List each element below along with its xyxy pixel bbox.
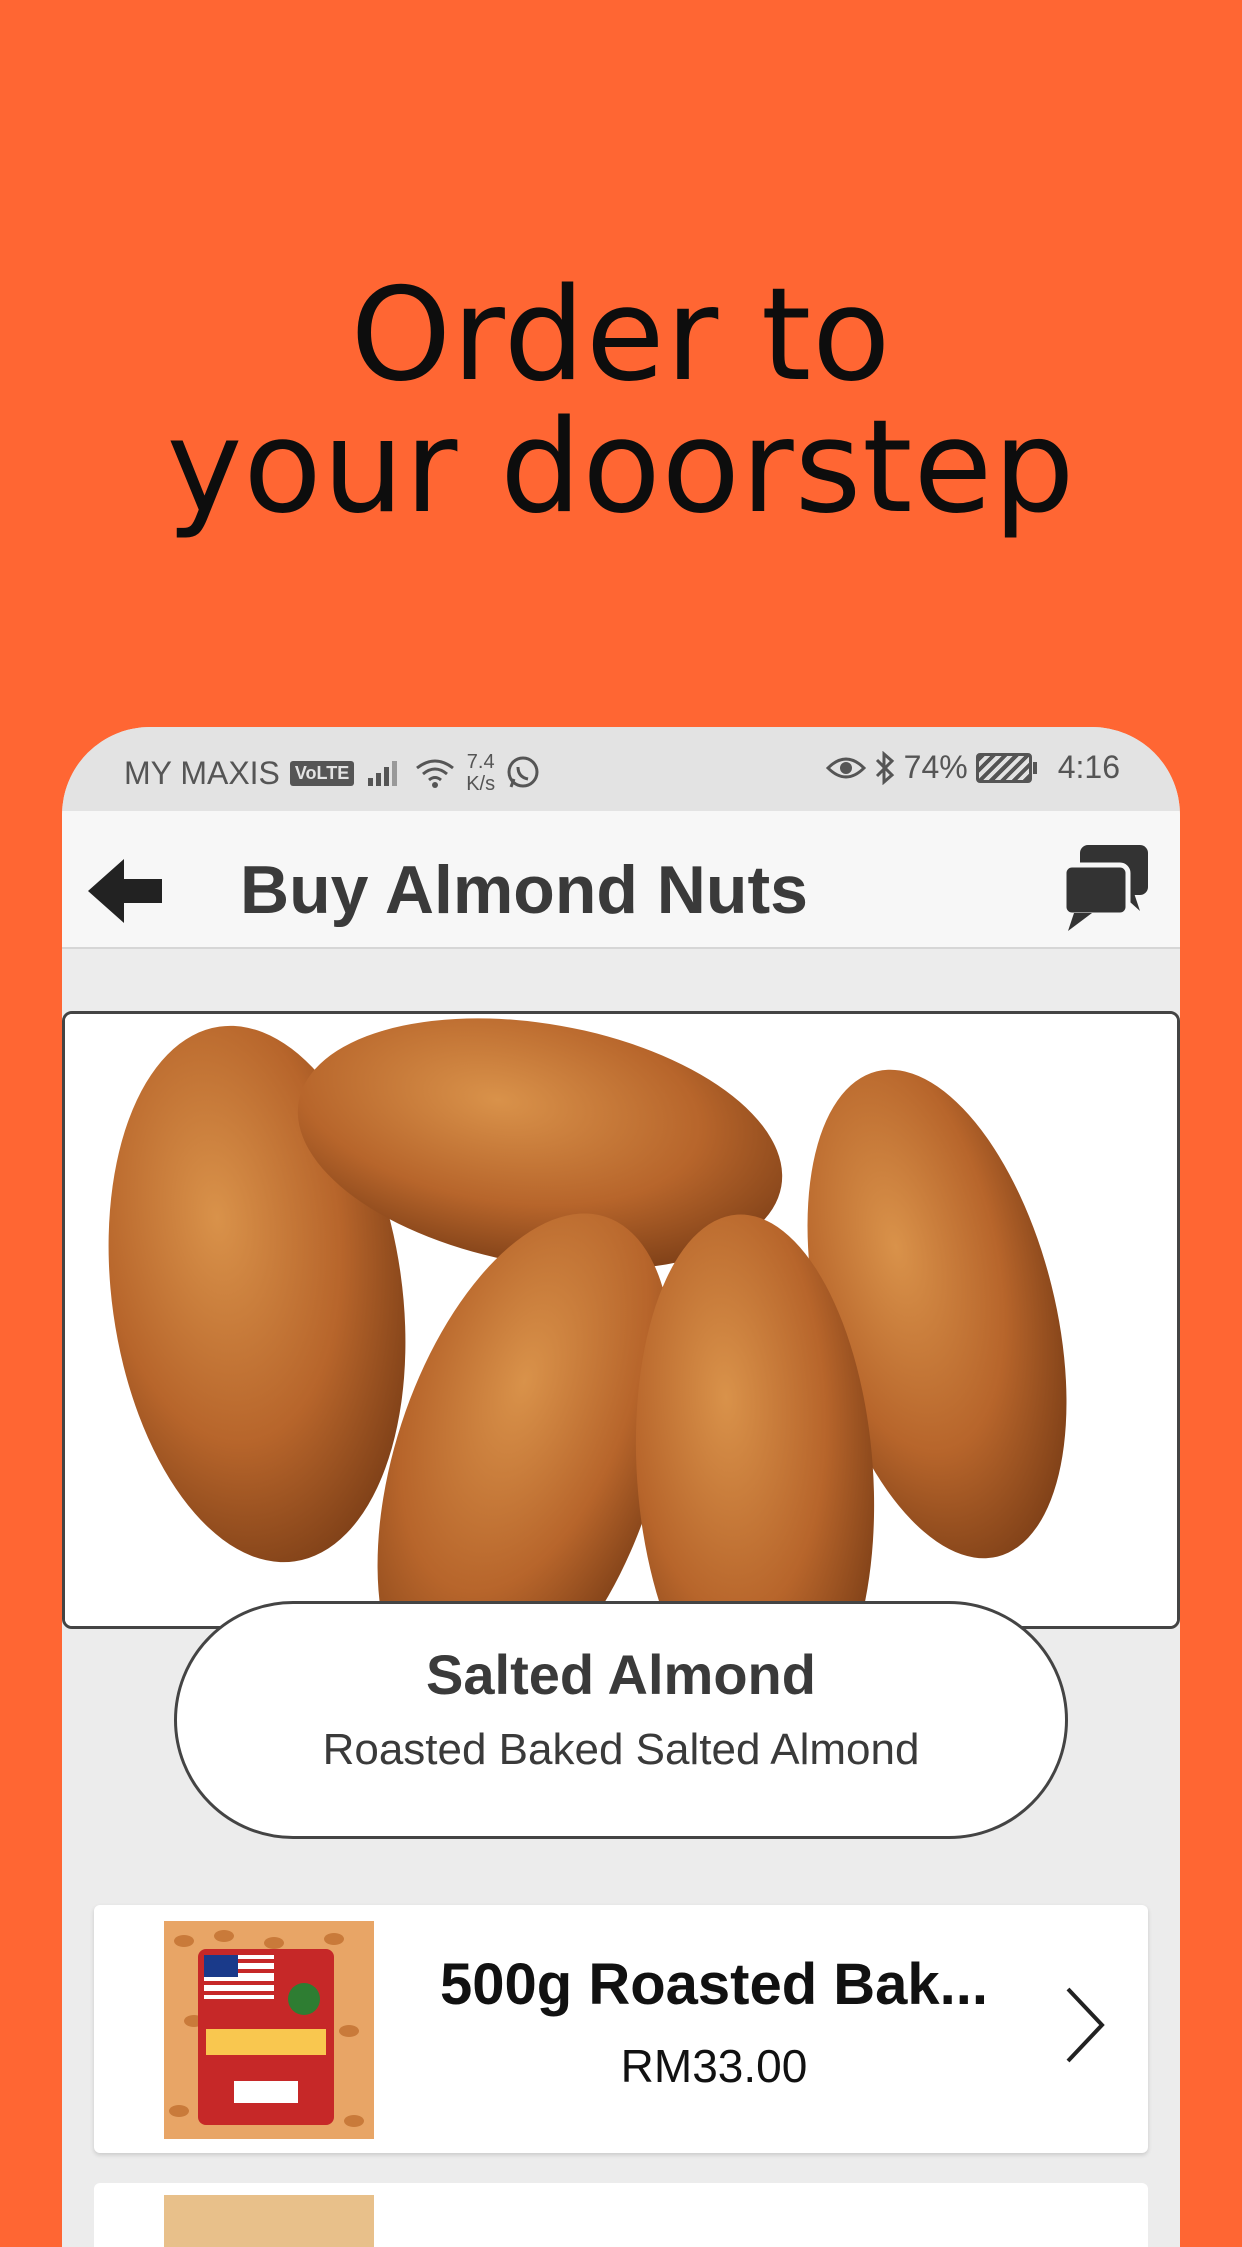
product-price: RM33.00	[620, 2040, 808, 2092]
carrier-name: MY MAXIS	[124, 754, 280, 791]
phone-frame: MY MAXIS VoLTE 7.4 K/s 74% 4:16 Buy Almo…	[62, 727, 1180, 2247]
product-thumbnail	[164, 1921, 374, 2139]
signal-icon	[368, 761, 398, 786]
back-arrow-icon[interactable]	[86, 855, 164, 927]
product-card[interactable]: 500g Roasted Bak... RM33.00	[94, 1905, 1148, 2153]
volte-badge: VoLTE	[289, 760, 355, 786]
page-title: Buy Almond Nuts	[240, 852, 808, 928]
category-subtitle: Roasted Baked Salted Almond	[322, 1725, 920, 1774]
whatsapp-icon	[507, 756, 539, 788]
battery-percent: 74%	[903, 749, 968, 785]
chevron-right-icon[interactable]	[1062, 1985, 1108, 2065]
product-card-next[interactable]	[94, 2183, 1148, 2247]
app-bar: Buy Almond Nuts	[62, 811, 1180, 949]
category-title: Salted Almond	[426, 1643, 816, 1706]
almonds-image	[65, 1014, 1177, 1626]
chat-bubbles-icon[interactable]	[1060, 841, 1152, 933]
bluetooth-icon	[875, 750, 894, 785]
headline-line-2: your doorstep	[166, 393, 1076, 542]
status-bar: MY MAXIS VoLTE 7.4 K/s 74% 4:16	[62, 727, 1180, 811]
headline-line-1: Order to	[350, 261, 892, 410]
product-name: 500g Roasted Bak...	[440, 1952, 988, 2017]
wifi-icon	[416, 759, 455, 788]
clock: 4:16	[1057, 749, 1120, 785]
product-thumbnail-next	[164, 2195, 374, 2247]
network-speed: 7.4 K/s	[466, 751, 496, 795]
hero-image-almonds	[62, 1011, 1180, 1629]
category-pill: Salted Almond Roasted Baked Salted Almon…	[174, 1601, 1068, 1839]
promo-headline: Order to your doorstep	[0, 270, 1242, 534]
eye-icon	[825, 757, 866, 778]
battery-icon	[975, 752, 1037, 783]
